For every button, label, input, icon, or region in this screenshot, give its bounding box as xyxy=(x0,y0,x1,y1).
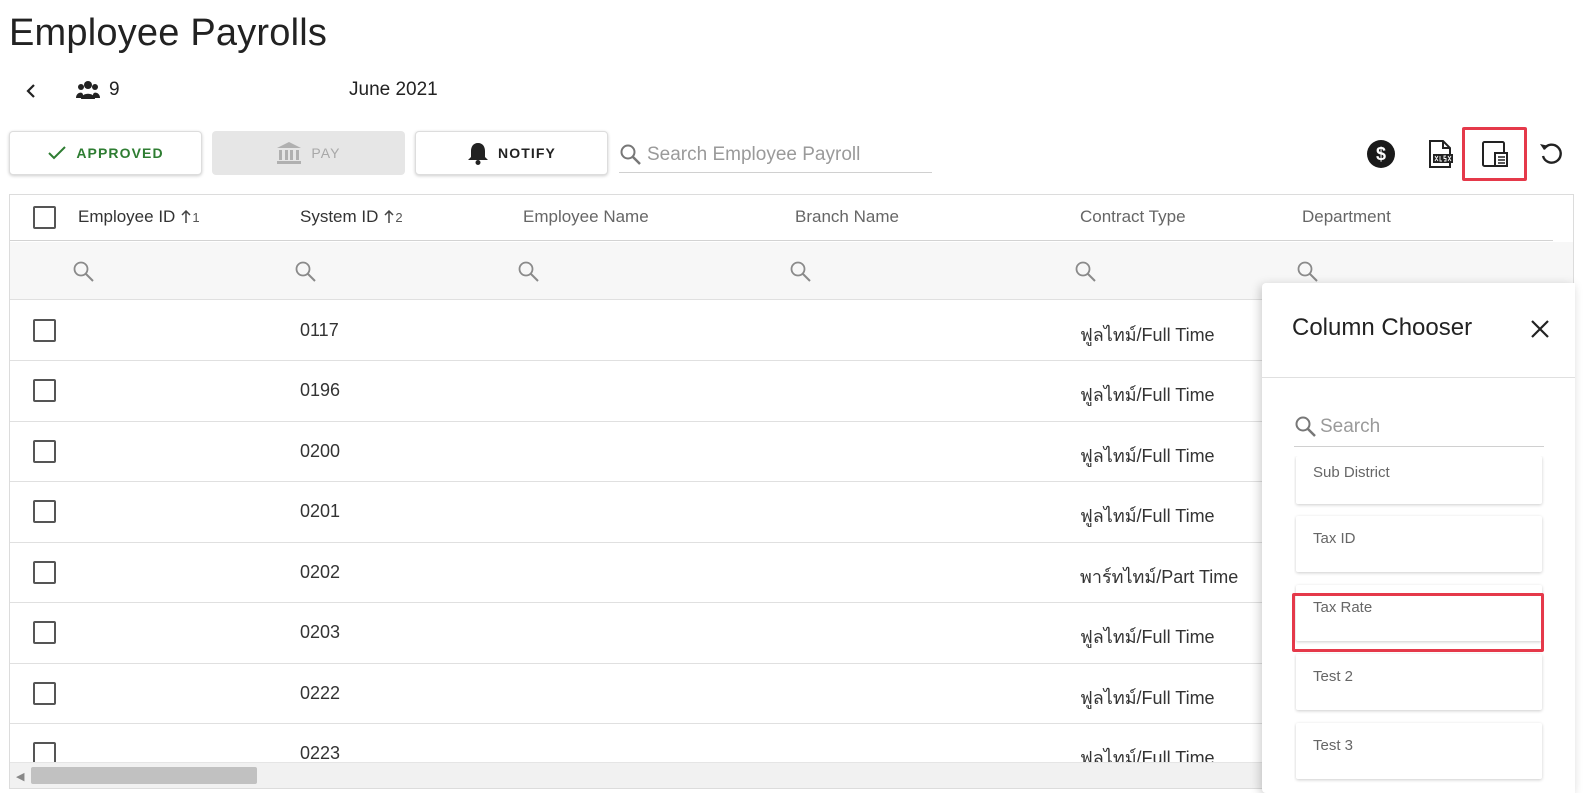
row-checkbox[interactable] xyxy=(33,500,56,523)
column-header-employee-id[interactable]: Employee ID 1 xyxy=(78,207,200,227)
payment-button[interactable]: $ xyxy=(1363,136,1399,172)
row-checkbox[interactable] xyxy=(33,561,56,584)
column-label: Branch Name xyxy=(795,207,899,226)
sort-order: 1 xyxy=(192,209,200,225)
filter-search-icon[interactable] xyxy=(293,259,319,285)
filter-search-icon[interactable] xyxy=(1295,259,1321,285)
dollar-circle-icon: $ xyxy=(1367,140,1395,168)
pay-button[interactable]: PAY xyxy=(212,131,405,175)
contract-type-cell: ฟูลไทม์/Full Time xyxy=(1080,385,1215,405)
select-all-checkbox[interactable] xyxy=(33,206,56,229)
sort-indicator: 1 xyxy=(181,209,200,225)
notify-label: NOTIFY xyxy=(498,145,556,161)
reset-button[interactable] xyxy=(1533,136,1569,172)
payroll-period: June 2021 xyxy=(349,79,438,100)
page-title: Employee Payrolls xyxy=(9,12,328,54)
toolbar: APPROVED PAY NOTIFY $ xyxy=(0,128,1585,178)
row-checkbox[interactable] xyxy=(33,319,56,342)
period-nav: 9 June 2021 xyxy=(0,74,600,108)
users-icon xyxy=(76,81,100,99)
row-checkbox[interactable] xyxy=(33,621,56,644)
approved-label: APPROVED xyxy=(76,145,164,161)
approved-button[interactable]: APPROVED xyxy=(9,131,202,175)
column-search-input[interactable] xyxy=(1320,415,1540,438)
scrollbar-thumb[interactable] xyxy=(31,767,257,784)
column-item-tax-id[interactable]: Tax ID xyxy=(1296,516,1542,572)
system-id-cell: 0117 xyxy=(300,320,339,340)
sort-order: 2 xyxy=(395,209,403,225)
payroll-search-input[interactable] xyxy=(647,143,927,166)
chevron-left-icon xyxy=(26,84,35,98)
column-chooser-highlight xyxy=(1462,127,1527,181)
system-id-cell: 0203 xyxy=(300,622,341,642)
sort-indicator: 2 xyxy=(384,209,403,225)
column-chooser-panel: Column Chooser Sub District Tax ID Tax R… xyxy=(1262,283,1575,793)
column-item-test-3[interactable]: Test 3 xyxy=(1296,723,1542,779)
row-checkbox[interactable] xyxy=(33,682,56,705)
system-id-cell: 0222 xyxy=(300,683,341,703)
column-header-employee-name[interactable]: Employee Name xyxy=(523,207,649,227)
close-button[interactable] xyxy=(1526,315,1554,343)
row-checkbox[interactable] xyxy=(33,379,56,402)
check-icon xyxy=(48,146,67,160)
system-id-cell: 0200 xyxy=(300,441,341,461)
column-chooser-title: Column Chooser xyxy=(1292,314,1473,341)
column-label: System ID xyxy=(300,207,379,226)
column-header-contract-type[interactable]: Contract Type xyxy=(1080,207,1186,227)
column-header-system-id[interactable]: System ID 2 xyxy=(300,207,403,227)
notify-button[interactable]: NOTIFY xyxy=(415,131,608,175)
search-icon xyxy=(1295,416,1316,437)
column-item-sub-district[interactable]: Sub District xyxy=(1296,456,1542,504)
search-icon xyxy=(620,144,641,165)
contract-type-cell: ฟูลไทม์/Full Time xyxy=(1080,506,1215,526)
contract-type-cell: ฟูลไทม์/Full Time xyxy=(1080,627,1215,647)
close-icon xyxy=(1531,320,1549,338)
contract-type-cell: ฟูลไทม์/Full Time xyxy=(1080,446,1215,466)
divider xyxy=(1262,377,1575,378)
grid-header: Employee ID 1 System ID 2 Employee Name … xyxy=(10,195,1553,241)
column-header-branch-name[interactable]: Branch Name xyxy=(795,207,899,227)
arrow-up-icon xyxy=(384,210,394,223)
system-id-cell: 0202 xyxy=(300,562,341,582)
export-xlsx-button[interactable] xyxy=(1422,136,1458,172)
arrow-up-icon xyxy=(181,210,191,223)
bank-icon xyxy=(277,142,302,164)
scroll-left-icon[interactable]: ◀ xyxy=(16,770,24,783)
column-header-department[interactable]: Department xyxy=(1302,207,1391,227)
contract-type-cell: พาร์ทไทม์/Part Time xyxy=(1080,567,1239,587)
column-item-test-2[interactable]: Test 2 xyxy=(1296,654,1542,710)
tax-rate-highlight xyxy=(1292,593,1544,652)
system-id-cell: 0201 xyxy=(300,501,341,521)
svg-text:$: $ xyxy=(1376,144,1386,164)
employee-count: 9 xyxy=(76,79,120,101)
column-label: Employee Name xyxy=(523,207,649,226)
row-checkbox[interactable] xyxy=(33,440,56,463)
payroll-search[interactable] xyxy=(619,137,932,173)
column-label: Employee ID xyxy=(78,207,176,226)
contract-type-cell: ฟูลไทม์/Full Time xyxy=(1080,688,1215,708)
column-search[interactable] xyxy=(1294,407,1544,447)
filter-search-icon[interactable] xyxy=(1073,259,1099,285)
filter-search-icon[interactable] xyxy=(71,259,97,285)
column-label: Department xyxy=(1302,207,1391,226)
xlsx-export-icon xyxy=(1429,140,1453,168)
system-id-cell: 0196 xyxy=(300,380,341,400)
reset-icon xyxy=(1540,143,1562,164)
filter-search-icon[interactable] xyxy=(516,259,542,285)
contract-type-cell: ฟูลไทม์/Full Time xyxy=(1080,325,1215,345)
employee-count-value: 9 xyxy=(109,79,120,100)
pay-label: PAY xyxy=(311,145,341,161)
filter-search-icon[interactable] xyxy=(788,259,814,285)
column-label: Contract Type xyxy=(1080,207,1186,226)
system-id-cell: 0223 xyxy=(300,743,341,763)
back-button[interactable] xyxy=(18,78,44,104)
bell-icon xyxy=(468,143,489,165)
